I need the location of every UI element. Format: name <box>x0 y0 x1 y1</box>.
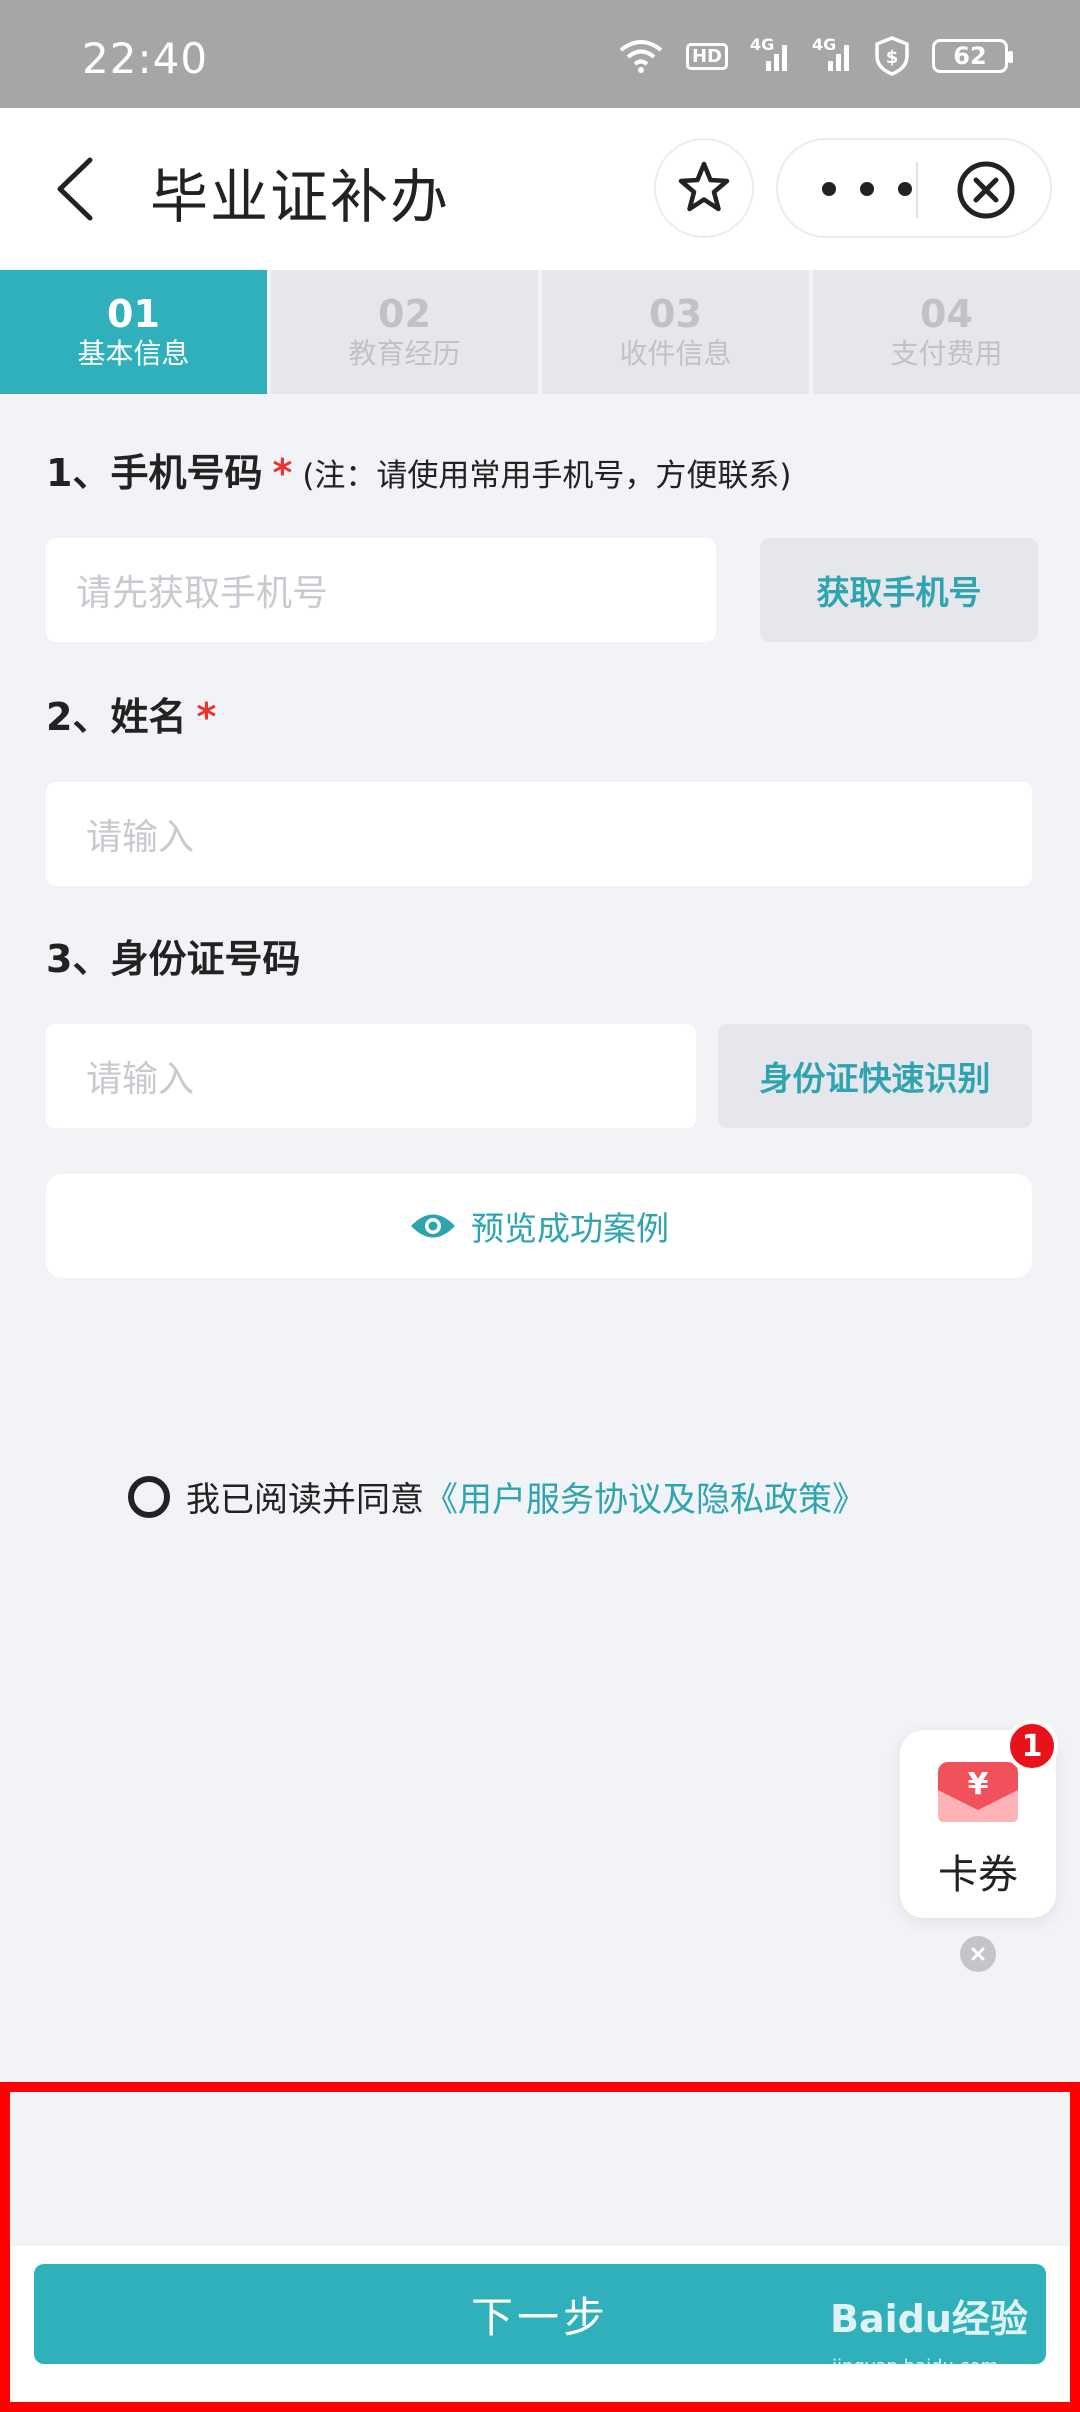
id-label: 3、身份证号码 <box>46 928 300 983</box>
name-input[interactable]: 请输入 <box>46 782 1032 886</box>
shield-dollar-icon: $ <box>874 36 910 76</box>
close-button[interactable] <box>956 160 1016 220</box>
status-bar: 22:40 HD 4G 4G $ 62 <box>0 0 1080 108</box>
agreement-row: 我已阅读并同意 《用户服务协议及隐私政策》 <box>128 1472 866 1521</box>
mini-program-capsule <box>776 138 1052 238</box>
favorite-button[interactable] <box>654 138 754 238</box>
page-title: 毕业证补办 <box>150 163 451 231</box>
chevron-left-icon <box>57 157 93 221</box>
agreement-checkbox[interactable] <box>128 1475 170 1518</box>
more-dot-icon <box>822 182 836 196</box>
step-education[interactable]: 02 教育经历 <box>271 270 538 394</box>
phone-label-text: 1、手机号码 <box>46 451 263 495</box>
eye-icon <box>411 1214 455 1238</box>
signal-icon: 4G <box>812 35 852 73</box>
step-number: 01 <box>107 292 160 336</box>
preview-cases-button[interactable]: 预览成功案例 <box>46 1174 1032 1278</box>
wifi-icon <box>618 38 664 74</box>
step-number: 04 <box>920 292 973 336</box>
step-label: 教育经历 <box>348 337 461 370</box>
more-button[interactable] <box>822 164 912 214</box>
capsule-divider <box>916 162 918 218</box>
step-label: 支付费用 <box>890 337 1003 370</box>
coupon-close-button[interactable] <box>960 1936 996 1972</box>
status-icons: HD 4G 4G $ 62 <box>618 35 1013 76</box>
step-basic-info[interactable]: 01 基本信息 <box>0 270 267 394</box>
back-button[interactable] <box>48 154 104 224</box>
close-icon <box>971 1947 985 1961</box>
close-circle-icon <box>957 161 1015 219</box>
step-payment[interactable]: 04 支付费用 <box>813 270 1080 394</box>
id-input[interactable]: 请输入 <box>46 1024 696 1128</box>
network-label-2: 4G <box>812 35 837 54</box>
coupon-symbol: ¥ <box>968 1767 989 1802</box>
svg-text:$: $ <box>886 47 899 68</box>
phone-label: 1、手机号码 * (注：请使用常用手机号，方便联系) <box>46 442 792 497</box>
phone-note: (注：请使用常用手机号，方便联系) <box>302 458 792 494</box>
coupon-float-button[interactable]: ¥ 卡券 1 <box>900 1720 1058 1918</box>
step-tabs: 01 基本信息 02 教育经历 03 收件信息 04 支付费用 <box>0 270 1080 394</box>
battery-icon: 62 <box>932 39 1013 73</box>
more-dot-icon <box>898 182 912 196</box>
coupon-icon: ¥ <box>938 1762 1018 1822</box>
step-label: 基本信息 <box>77 337 190 370</box>
phone-input[interactable]: 请先获取手机号 <box>46 538 716 642</box>
step-label: 收件信息 <box>619 337 732 370</box>
name-label-text: 2、姓名 <box>46 695 187 739</box>
baidu-watermark-url: jingyan.baidu.com <box>832 2356 999 2377</box>
get-phone-button[interactable]: 获取手机号 <box>760 538 1038 642</box>
required-mark: * <box>196 695 217 739</box>
agreement-text: 我已阅读并同意 <box>186 1480 424 1520</box>
more-dot-icon <box>860 182 874 196</box>
step-number: 02 <box>378 292 431 336</box>
step-shipping[interactable]: 03 收件信息 <box>542 270 809 394</box>
id-label-text: 3、身份证号码 <box>46 937 301 981</box>
name-label: 2、姓名 * <box>46 686 216 741</box>
network-label-1: 4G <box>750 35 775 54</box>
id-quick-scan-button[interactable]: 身份证快速识别 <box>718 1024 1032 1128</box>
status-time: 22:40 <box>82 34 209 83</box>
agreement-link[interactable]: 《用户服务协议及隐私政策》 <box>424 1472 866 1521</box>
required-mark: * <box>272 451 293 495</box>
signal-icon: 4G <box>750 35 790 73</box>
hd-icon: HD <box>685 42 728 70</box>
coupon-badge: 1 <box>1006 1720 1058 1772</box>
coupon-label: 卡券 <box>938 1852 1018 1898</box>
step-number: 03 <box>649 292 702 336</box>
preview-label: 预览成功案例 <box>471 1209 669 1248</box>
nav-bar: 毕业证补办 <box>0 108 1080 270</box>
baidu-watermark: Baidu经验 <box>830 2297 1028 2341</box>
star-icon <box>678 161 730 212</box>
